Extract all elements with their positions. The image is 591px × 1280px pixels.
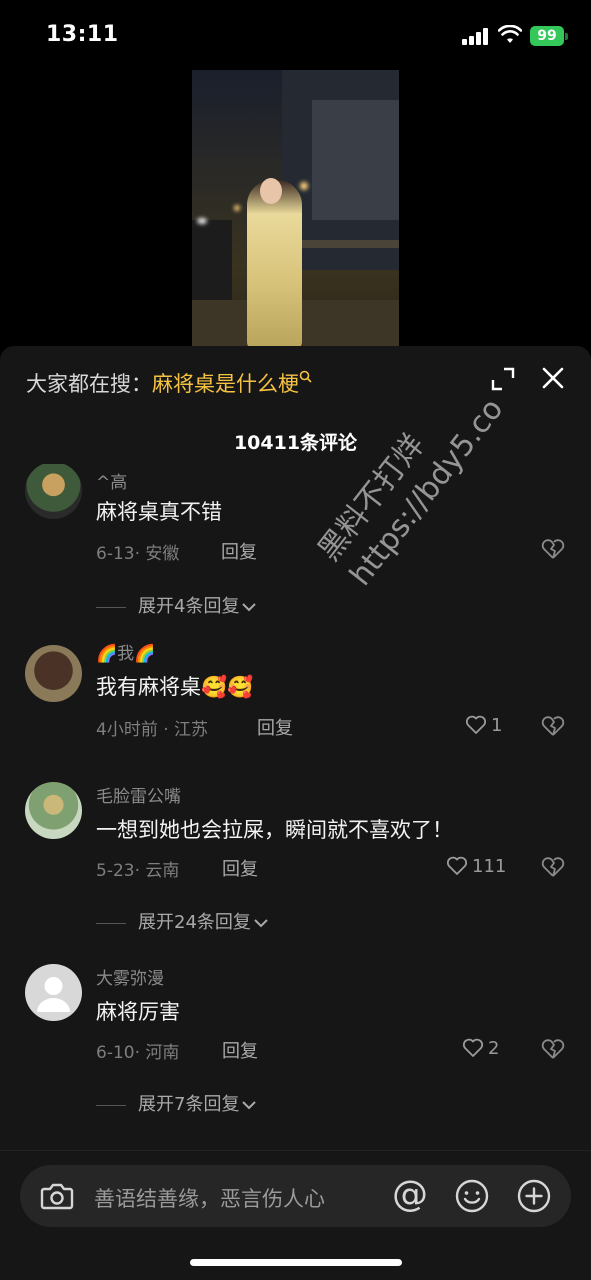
avatar[interactable] — [25, 464, 82, 519]
avatar[interactable] — [25, 782, 82, 839]
chevron-down-icon — [242, 603, 257, 612]
like-button[interactable]: 2 — [462, 1037, 528, 1059]
expand-fullscreen-icon[interactable] — [490, 366, 516, 392]
reply-button[interactable]: 回复 — [222, 855, 258, 881]
like-button[interactable]: 111 — [446, 855, 526, 877]
default-avatar-icon — [37, 977, 70, 1012]
expand-replies-button[interactable]: 展开4条回复 — [96, 592, 257, 618]
comment-date: 6-13 — [96, 544, 135, 564]
comment-text[interactable]: 麻将桌真不错 — [96, 496, 222, 526]
comment-location: 云南 — [145, 861, 180, 881]
dislike-icon[interactable] — [541, 856, 565, 878]
comment-date: 6-10 — [96, 1043, 135, 1063]
status-time: 13:11 — [46, 22, 119, 47]
comment-username[interactable]: 🌈我🌈 — [96, 639, 155, 664]
search-suggestion[interactable]: 大家都在搜：麻将桌是什么梗 — [26, 368, 313, 398]
comment-location: 江苏 — [174, 720, 209, 740]
battery-level: 99 — [530, 26, 564, 46]
video-person — [247, 180, 302, 350]
comment-meta: 4小时前 · 江苏 — [96, 720, 209, 740]
avatar[interactable] — [25, 645, 82, 702]
comment-input[interactable]: 善语结善缘，恶言伤人心 @ — [20, 1165, 571, 1227]
comment-text[interactable]: 一想到她也会拉屎，瞬间就不喜欢了！ — [96, 814, 453, 844]
status-bar: 13:11 99 — [0, 0, 591, 70]
comment-meta: 6-10· 河南 — [96, 1043, 180, 1063]
chevron-down-icon — [254, 919, 268, 928]
comment-meta: 6-13· 安徽 — [96, 544, 180, 564]
like-button[interactable]: 1 — [465, 714, 531, 736]
home-indicator[interactable] — [190, 1259, 402, 1266]
expand-replies-button[interactable]: 展开7条回复 — [96, 1090, 257, 1116]
close-icon[interactable] — [540, 365, 566, 391]
comment-list[interactable]: ^高 麻将桌真不错 6-13· 安徽 回复 展开4条回复 🌈我🌈 我有麻将桌🥰🥰… — [0, 464, 591, 1154]
heart-icon — [462, 1038, 484, 1057]
comment-username[interactable]: 大雾弥漫 — [96, 964, 164, 989]
emoji-icon[interactable] — [454, 1178, 490, 1214]
comment-meta: 5-23· 云南 — [96, 861, 180, 881]
search-icon — [299, 370, 312, 383]
camera-icon[interactable] — [40, 1181, 74, 1211]
dislike-icon[interactable] — [541, 538, 565, 560]
search-suggestion-prefix: 大家都在搜： — [26, 372, 152, 396]
comment-date: 4小时前 — [96, 720, 158, 740]
comment-panel: 大家都在搜：麻将桌是什么梗 10411条评论 ^高 麻将桌真不错 6-13· 安… — [0, 346, 591, 1280]
expand-replies-label: 展开4条回复 — [138, 596, 240, 617]
battery-icon: 99 — [530, 26, 568, 46]
expand-replies-label: 展开7条回复 — [138, 1094, 240, 1115]
comment-username[interactable]: 毛脸雷公嘴 — [96, 782, 181, 807]
cellular-signal-icon — [462, 28, 490, 45]
comment-location: 河南 — [145, 1043, 180, 1063]
comment-username[interactable]: ^高 — [96, 468, 127, 493]
comment-input-placeholder: 善语结善缘，恶言伤人心 — [94, 1187, 325, 1211]
heart-icon — [465, 715, 487, 734]
chevron-down-icon — [242, 1101, 257, 1110]
search-suggestion-term[interactable]: 麻将桌是什么梗 — [152, 372, 299, 396]
dislike-icon[interactable] — [541, 715, 565, 737]
comment-location: 安徽 — [145, 544, 180, 564]
comment-text[interactable]: 麻将厉害 — [96, 996, 180, 1026]
video-thumbnail[interactable] — [192, 70, 399, 350]
comments-count-title: 10411条评论 — [233, 432, 358, 454]
heart-icon — [446, 856, 468, 875]
like-count: 1 — [491, 714, 503, 736]
reply-button[interactable]: 回复 — [222, 1037, 258, 1063]
like-count: 2 — [488, 1037, 500, 1059]
comment-date: 5-23 — [96, 861, 135, 881]
dislike-icon[interactable] — [541, 1038, 565, 1060]
expand-replies-button[interactable]: 展开24条回复 — [96, 908, 269, 934]
reply-button[interactable]: 回复 — [257, 714, 293, 740]
avatar[interactable] — [25, 964, 82, 1021]
add-icon[interactable] — [516, 1178, 552, 1214]
mention-at-icon[interactable]: @ — [392, 1177, 428, 1213]
comment-text[interactable]: 我有麻将桌🥰🥰 — [96, 671, 253, 701]
reply-button[interactable]: 回复 — [221, 538, 257, 564]
wifi-icon — [498, 25, 522, 43]
expand-replies-label: 展开24条回复 — [138, 912, 251, 933]
like-count: 111 — [472, 855, 507, 877]
